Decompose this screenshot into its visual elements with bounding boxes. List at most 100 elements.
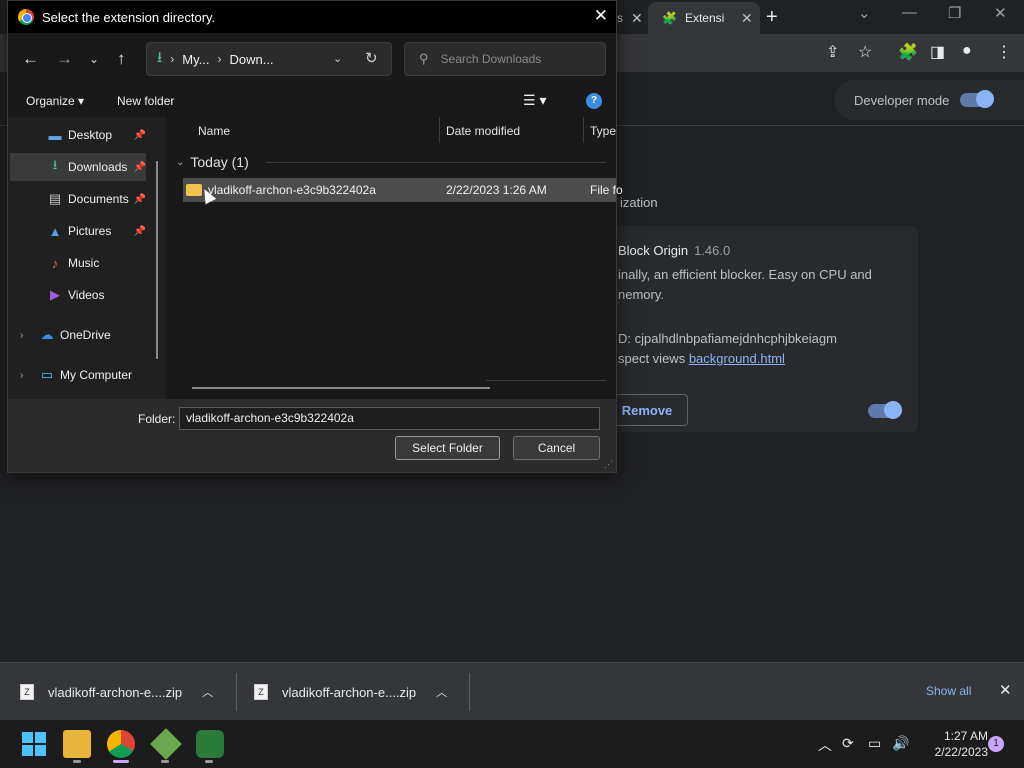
nav-item-videos[interactable]: ▶ Videos — [10, 281, 146, 309]
start-button[interactable] — [20, 730, 48, 758]
nav-item-my-computer[interactable]: › ▭ My Computer — [10, 361, 146, 389]
download-filename: vladikoff-archon-e....zip — [282, 684, 417, 700]
background-page-link[interactable]: background.html — [689, 351, 785, 366]
nav-item-music[interactable]: ♪ Music — [10, 249, 146, 277]
chevron-up-icon[interactable]: ︿ — [202, 684, 213, 700]
close-window-icon[interactable]: ✕ — [994, 4, 1007, 22]
organize-button[interactable]: Organize ▾ — [26, 94, 84, 108]
tab-partial-label: s — [617, 11, 623, 25]
nav-item-label: OneDrive — [60, 328, 111, 342]
recent-locations-chevron-icon[interactable]: ⌄ — [89, 52, 99, 66]
column-divider[interactable] — [583, 117, 584, 143]
puzzle-icon[interactable]: 🧩 — [898, 42, 918, 62]
clock[interactable]: 1:27 AM 2/22/2023 — [918, 728, 988, 760]
command-bar: Organize ▾ New folder ☰ ▾ ? — [8, 85, 616, 117]
chevron-down-icon[interactable]: ⌄ — [333, 52, 342, 65]
group-header[interactable]: ⌄ Today (1) — [176, 154, 249, 170]
chrome-icon[interactable] — [107, 730, 135, 758]
nav-item-onedrive[interactable]: › ☁ OneDrive — [10, 321, 146, 349]
developer-mode-toggle[interactable] — [960, 90, 994, 108]
notification-badge[interactable]: 1 — [988, 736, 1004, 752]
new-tab-button[interactable]: + — [766, 6, 778, 29]
column-divider[interactable] — [439, 117, 440, 143]
profile-icon[interactable]: ● — [962, 42, 972, 60]
developer-mode-toggle-row[interactable]: Developer mode — [834, 80, 1024, 120]
select-folder-button[interactable]: Select Folder — [395, 436, 500, 460]
column-header-name[interactable]: Name — [198, 124, 230, 138]
scrollbar[interactable] — [156, 161, 158, 359]
chrome-icon — [18, 9, 34, 25]
new-folder-button[interactable]: New folder — [117, 94, 174, 108]
tab-partial[interactable]: s ✕ — [617, 2, 647, 34]
breadcrumb-downloads[interactable]: Down... — [229, 52, 273, 67]
remove-button[interactable]: Remove — [606, 394, 688, 426]
back-arrow-icon[interactable]: ← — [22, 49, 39, 69]
app-indicator — [205, 760, 213, 763]
download-filename: vladikoff-archon-e....zip — [48, 684, 183, 700]
scrollbar[interactable] — [192, 387, 490, 389]
address-bar[interactable]: ⭳ › My... › Down... ⌄ ↻ — [146, 42, 392, 76]
nav-item-pictures[interactable]: ▲ Pictures 📌 — [10, 217, 146, 245]
sync-icon[interactable]: ⟳ — [842, 735, 854, 752]
minecraft-icon[interactable] — [150, 728, 182, 760]
breadcrumb-my-computer[interactable]: My... — [182, 52, 209, 67]
file-explorer-icon[interactable] — [63, 730, 91, 758]
sidepanel-icon[interactable]: ◨ — [930, 42, 945, 62]
share-icon[interactable]: ⇪ — [826, 42, 839, 62]
chevron-down-icon: ⌄ — [176, 156, 185, 168]
chevron-up-icon[interactable]: ︿ — [818, 735, 832, 755]
select-folder-dialog: Select the extension directory. ✕ ← → ⌄ … — [7, 0, 623, 473]
forward-arrow-icon[interactable]: → — [56, 49, 73, 69]
close-icon[interactable]: ✕ — [741, 10, 753, 27]
chevron-right-icon[interactable]: › — [20, 370, 23, 381]
pin-icon: 📌 — [133, 225, 146, 237]
menu-icon[interactable]: ⋮ — [996, 42, 1012, 62]
tab-extensions-label: Extensi — [684, 11, 725, 25]
search-box[interactable]: ⚲ Search Downloads — [404, 42, 606, 76]
divider — [469, 673, 470, 711]
divider — [236, 673, 237, 711]
view-options-icon[interactable]: ☰ ▾ — [523, 92, 546, 109]
tab-search-icon[interactable]: ⌄ — [858, 4, 871, 22]
extension-enable-toggle[interactable] — [868, 401, 902, 419]
show-all-link[interactable]: Show all — [926, 684, 971, 698]
frog-app-icon[interactable] — [196, 730, 224, 758]
breadcrumb-separator-icon: › — [170, 52, 175, 66]
resize-grip-icon[interactable]: ⋰ — [604, 459, 613, 470]
up-arrow-icon[interactable]: ↑ — [117, 49, 126, 69]
file-name: vladikoff-archon-e3c9b322402a — [208, 183, 376, 197]
network-icon[interactable]: ▭ — [868, 735, 881, 752]
download-item[interactable]: Z vladikoff-archon-e....zip ︿ — [254, 663, 447, 721]
column-header-type[interactable]: Type — [590, 124, 616, 138]
volume-icon[interactable]: 🔊 — [892, 735, 909, 752]
music-icon: ♪ — [51, 255, 59, 271]
extension-description-2: nemory. — [618, 287, 664, 302]
download-item[interactable]: Z vladikoff-archon-e....zip ︿ — [20, 663, 213, 721]
nav-item-label: Music — [68, 256, 100, 270]
search-icon: ⚲ — [419, 51, 429, 66]
close-icon[interactable]: ✕ — [631, 10, 643, 27]
minimize-icon[interactable]: — — [902, 4, 917, 21]
cloud-icon: ☁ — [40, 327, 54, 342]
pictures-icon: ▲ — [48, 223, 62, 239]
cancel-button[interactable]: Cancel — [513, 436, 600, 460]
tab-extensions[interactable]: 🧩 Extensi ✕ — [648, 2, 760, 34]
divider — [266, 162, 606, 163]
chevron-right-icon[interactable]: › — [20, 330, 23, 341]
list-item[interactable]: vladikoff-archon-e3c9b322402a 2/22/2023 … — [183, 178, 623, 202]
chevron-up-icon[interactable]: ︿ — [436, 684, 447, 700]
star-icon[interactable]: ☆ — [858, 42, 872, 62]
folder-input[interactable]: vladikoff-archon-e3c9b322402a — [179, 407, 600, 430]
nav-item-label: Videos — [68, 288, 105, 302]
nav-item-downloads[interactable]: ⭳ Downloads 📌 — [10, 153, 146, 181]
nav-item-desktop[interactable]: ▬ Desktop 📌 — [10, 121, 147, 149]
help-icon[interactable]: ? — [586, 93, 602, 109]
nav-item-documents[interactable]: ▤ Documents 📌 — [10, 185, 146, 213]
column-header-date[interactable]: Date modified — [446, 124, 520, 138]
scrollbar-track — [486, 380, 606, 381]
maximize-icon[interactable]: ❐ — [948, 4, 961, 22]
refresh-icon[interactable]: ↻ — [365, 49, 378, 67]
navigation-row: ← → ⌄ ↑ ⭳ › My... › Down... ⌄ ↻ ⚲ Search… — [8, 33, 616, 85]
close-icon[interactable]: ✕ — [999, 681, 1012, 699]
close-icon[interactable]: ✕ — [594, 6, 608, 26]
